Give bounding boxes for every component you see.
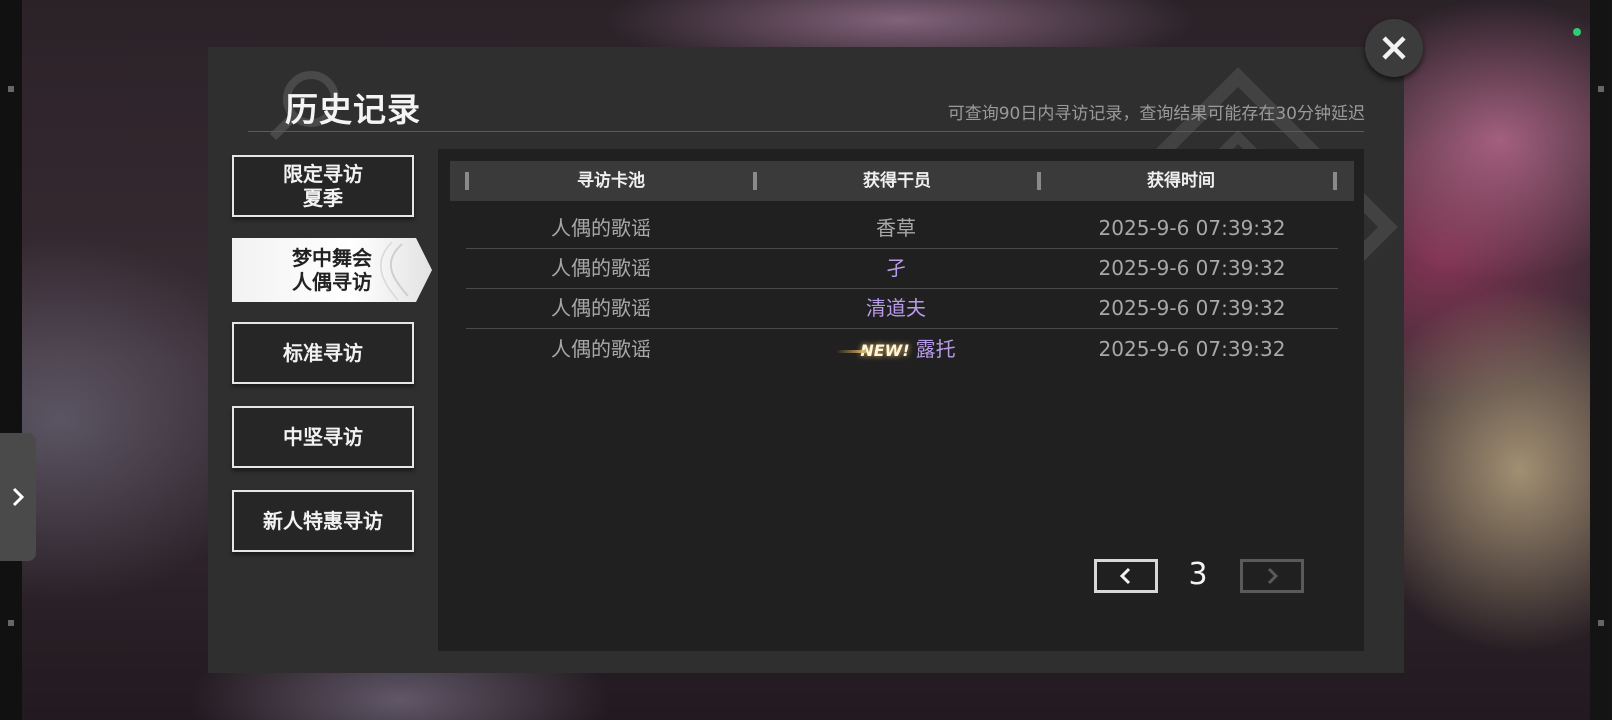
operator-cell: 清道夫 [866,296,926,320]
time-cell: 2025-9-6 07:39:32 [1098,216,1286,240]
chevron-left-icon [1119,567,1131,585]
tab-label-line1: 梦中舞会 [292,246,372,270]
side-drawer-handle[interactable] [0,433,36,561]
pool-cell: 人偶的歌谣 [551,296,651,320]
tab-newcomer[interactable]: 新人特惠寻访 [232,490,414,552]
time-cell: 2025-9-6 07:39:32 [1098,337,1286,361]
page-title: 历史记录 [285,90,421,129]
close-button[interactable] [1365,19,1423,77]
close-icon [1382,36,1406,60]
table-row: 人偶的歌谣 孑 2025-9-6 07:39:32 [466,248,1338,289]
header-operator: 获得干员 [863,171,931,191]
tab-label-line2: 人偶寻访 [292,270,372,294]
tab-dream-ball-doll[interactable]: 梦中舞会 人偶寻访 [232,238,432,302]
table-row: 人偶的歌谣 香草 2025-9-6 07:39:32 [466,208,1338,249]
operator-cell: NEW! 露托 [756,329,1036,369]
query-notice: 可查询90日内寻访记录，查询结果可能存在30分钟延迟 [947,104,1365,124]
tab-label-line2: 夏季 [303,186,343,210]
tab-label: 新人特惠寻访 [263,509,383,533]
time-cell: 2025-9-6 07:39:32 [1098,296,1286,320]
screen-edge-right [1590,0,1612,720]
screen-edge-left [0,0,22,720]
tab-limited-summer[interactable]: 限定寻访 夏季 [232,155,414,217]
next-page-button[interactable] [1240,559,1304,593]
table-row: 人偶的歌谣 清道夫 2025-9-6 07:39:32 [466,288,1338,329]
operator-name: 露托 [915,337,956,361]
tab-label-line1: 限定寻访 [283,162,363,186]
tab-label: 中坚寻访 [283,425,363,449]
pool-cell: 人偶的歌谣 [551,216,651,240]
header-separator [1333,172,1337,190]
operator-cell: 孑 [886,256,906,280]
title-divider [248,131,1364,132]
time-cell: 2025-9-6 07:39:32 [1098,256,1286,280]
new-badge: NEW! [836,331,910,371]
previous-page-button[interactable] [1094,559,1158,593]
chevron-right-icon [12,487,25,507]
tab-core[interactable]: 中坚寻访 [232,406,414,468]
header-pool: 寻访卡池 [577,171,645,191]
status-indicator [1573,28,1581,36]
chevron-right-icon [1267,567,1279,585]
page-number: 3 [1188,557,1208,592]
pool-cell: 人偶的歌谣 [551,256,651,280]
pool-cell: 人偶的歌谣 [551,337,651,361]
tab-standard[interactable]: 标准寻访 [232,322,414,384]
history-dialog: 历史记录 可查询90日内寻访记录，查询结果可能存在30分钟延迟 限定寻访 夏季 … [208,47,1404,673]
tab-label: 标准寻访 [283,341,363,365]
header-time: 获得时间 [1147,171,1215,191]
table-row: 人偶的歌谣 NEW! 露托 2025-9-6 07:39:32 [466,329,1338,369]
table-header: 寻访卡池 获得干员 获得时间 [450,161,1354,201]
operator-cell: 香草 [876,216,916,240]
